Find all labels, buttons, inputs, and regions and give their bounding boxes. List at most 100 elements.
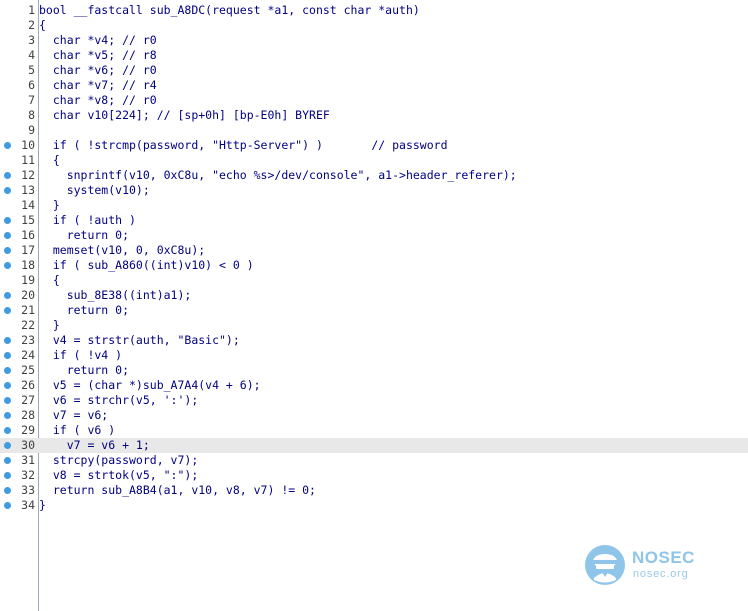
code-text[interactable]: if ( !strcmp(password, "Http-Server") ) …: [39, 138, 448, 153]
breakpoint-marker-icon[interactable]: [4, 232, 11, 239]
code-line[interactable]: 1 bool __fastcall sub_A8DC(request *a1, c…: [0, 3, 748, 18]
code-text[interactable]: v7 = v6 + 1;: [39, 438, 150, 453]
code-text[interactable]: }: [39, 198, 60, 213]
code-text[interactable]: sub_8E38((int)a1);: [39, 288, 192, 303]
code-line[interactable]: 29 if ( v6 ): [0, 423, 748, 438]
code-line[interactable]: 34}: [0, 498, 748, 513]
code-text[interactable]: if ( sub_A860((int)v10) < 0 ): [39, 258, 254, 273]
code-text[interactable]: {: [39, 153, 60, 168]
code-text[interactable]: v8 = strtok(v5, ":");: [39, 468, 198, 483]
code-text[interactable]: {: [39, 18, 46, 33]
line-number: 21: [21, 303, 35, 317]
breakpoint-marker-icon[interactable]: [4, 292, 11, 299]
breakpoint-marker-icon[interactable]: [4, 262, 11, 269]
line-number: 20: [21, 288, 35, 302]
code-line[interactable]: 28 v7 = v6;: [0, 408, 748, 423]
code-text[interactable]: if ( v6 ): [39, 423, 115, 438]
code-text[interactable]: char v10[224]; // [sp+0h] [bp-E0h] BYREF: [39, 108, 330, 123]
breakpoint-marker-icon[interactable]: [4, 487, 11, 494]
code-text[interactable]: if ( !auth ): [39, 213, 136, 228]
code-text[interactable]: char *v5; // r8: [39, 48, 157, 63]
code-text[interactable]: memset(v10, 0, 0xC8u);: [39, 243, 205, 258]
code-text[interactable]: v4 = strstr(auth, "Basic");: [39, 333, 240, 348]
code-line[interactable]: 14 }: [0, 198, 748, 213]
breakpoint-marker-icon[interactable]: [4, 502, 11, 509]
code-line[interactable]: 33 return sub_A8B4(a1, v10, v8, v7) != 0…: [0, 483, 748, 498]
code-line[interactable]: 11 {: [0, 153, 748, 168]
code-line[interactable]: 9: [0, 123, 748, 138]
code-text[interactable]: return 0;: [39, 363, 129, 378]
code-text[interactable]: strcpy(password, v7);: [39, 453, 198, 468]
code-line[interactable]: 16 return 0;: [0, 228, 748, 243]
code-line[interactable]: 18 if ( sub_A860((int)v10) < 0 ): [0, 258, 748, 273]
line-number: 23: [21, 333, 35, 347]
line-number: 15: [21, 213, 35, 227]
breakpoint-marker-icon[interactable]: [4, 457, 11, 464]
code-line[interactable]: 2{: [0, 18, 748, 33]
code-text[interactable]: char *v8; // r0: [39, 93, 157, 108]
pseudocode-view[interactable]: 1 bool __fastcall sub_A8DC(request *a1, c…: [0, 0, 748, 611]
code-line[interactable]: 13 system(v10);: [0, 183, 748, 198]
breakpoint-marker-icon[interactable]: [4, 172, 11, 179]
code-text[interactable]: char *v7; // r4: [39, 78, 157, 93]
breakpoint-marker-icon[interactable]: [4, 352, 11, 359]
watermark: NOSEC nosec.org: [584, 544, 714, 590]
code-line[interactable]: 4 char *v5; // r8: [0, 48, 748, 63]
code-line[interactable]: 21 return 0;: [0, 303, 748, 318]
code-line[interactable]: 3 char *v4; // r0: [0, 33, 748, 48]
code-text[interactable]: return 0;: [39, 303, 129, 318]
breakpoint-marker-icon[interactable]: [4, 142, 11, 149]
code-line[interactable]: 20 sub_8E38((int)a1);: [0, 288, 748, 303]
line-number: 19: [21, 273, 35, 287]
line-number: 25: [21, 363, 35, 377]
code-text[interactable]: char *v4; // r0: [39, 33, 157, 48]
code-line[interactable]: 31 strcpy(password, v7);: [0, 453, 748, 468]
code-line[interactable]: 32 v8 = strtok(v5, ":");: [0, 468, 748, 483]
code-line[interactable]: 5 char *v6; // r0: [0, 63, 748, 78]
code-line[interactable]: 23 v4 = strstr(auth, "Basic");: [0, 333, 748, 348]
code-text[interactable]: v5 = (char *)sub_A7A4(v4 + 6);: [39, 378, 261, 393]
breakpoint-marker-icon[interactable]: [4, 217, 11, 224]
code-text[interactable]: }: [39, 318, 60, 333]
code-text[interactable]: return 0;: [39, 228, 129, 243]
breakpoint-marker-icon[interactable]: [4, 382, 11, 389]
breakpoint-marker-icon[interactable]: [4, 412, 11, 419]
breakpoint-marker-icon[interactable]: [4, 397, 11, 404]
line-number: 12: [21, 168, 35, 182]
code-line[interactable]: 8 char v10[224]; // [sp+0h] [bp-E0h] BYR…: [0, 108, 748, 123]
code-line[interactable]: 27 v6 = strchr(v5, ':');: [0, 393, 748, 408]
breakpoint-marker-icon[interactable]: [4, 427, 11, 434]
code-text[interactable]: v6 = strchr(v5, ':');: [39, 393, 198, 408]
code-line[interactable]: 22 }: [0, 318, 748, 333]
code-line[interactable]: 26 v5 = (char *)sub_A7A4(v4 + 6);: [0, 378, 748, 393]
code-text[interactable]: }: [39, 498, 46, 513]
code-text[interactable]: {: [39, 273, 60, 288]
code-line[interactable]: 6 char *v7; // r4: [0, 78, 748, 93]
code-text[interactable]: char *v6; // r0: [39, 63, 157, 78]
breakpoint-marker-icon[interactable]: [4, 442, 11, 449]
code-line[interactable]: 24 if ( !v4 ): [0, 348, 748, 363]
code-text[interactable]: v7 = v6;: [39, 408, 108, 423]
code-line[interactable]: 7 char *v8; // r0: [0, 93, 748, 108]
breakpoint-marker-icon[interactable]: [4, 472, 11, 479]
code-text[interactable]: system(v10);: [39, 183, 150, 198]
line-number: 14: [21, 198, 35, 212]
code-line[interactable]: 15 if ( !auth ): [0, 213, 748, 228]
code-line[interactable]: 10 if ( !strcmp(password, "Http-Server")…: [0, 138, 748, 153]
code-line[interactable]: 30 v7 = v6 + 1;: [0, 438, 748, 453]
code-line[interactable]: 19 {: [0, 273, 748, 288]
code-text[interactable]: if ( !v4 ): [39, 348, 122, 363]
breakpoint-marker-icon[interactable]: [4, 187, 11, 194]
breakpoint-marker-icon[interactable]: [4, 367, 11, 374]
code-lines: 1 bool __fastcall sub_A8DC(request *a1, c…: [0, 3, 748, 513]
code-line[interactable]: 25 return 0;: [0, 363, 748, 378]
breakpoint-marker-icon[interactable]: [4, 307, 11, 314]
code-text[interactable]: bool __fastcall sub_A8DC(request *a1, co…: [39, 3, 420, 18]
code-line[interactable]: 12 snprintf(v10, 0xC8u, "echo %s>/dev/co…: [0, 168, 748, 183]
code-text[interactable]: snprintf(v10, 0xC8u, "echo %s>/dev/conso…: [39, 168, 517, 183]
breakpoint-marker-icon[interactable]: [4, 337, 11, 344]
code-line[interactable]: 17 memset(v10, 0, 0xC8u);: [0, 243, 748, 258]
breakpoint-marker-icon[interactable]: [4, 247, 11, 254]
code-text[interactable]: return sub_A8B4(a1, v10, v8, v7) != 0;: [39, 483, 316, 498]
line-number: 27: [21, 393, 35, 407]
